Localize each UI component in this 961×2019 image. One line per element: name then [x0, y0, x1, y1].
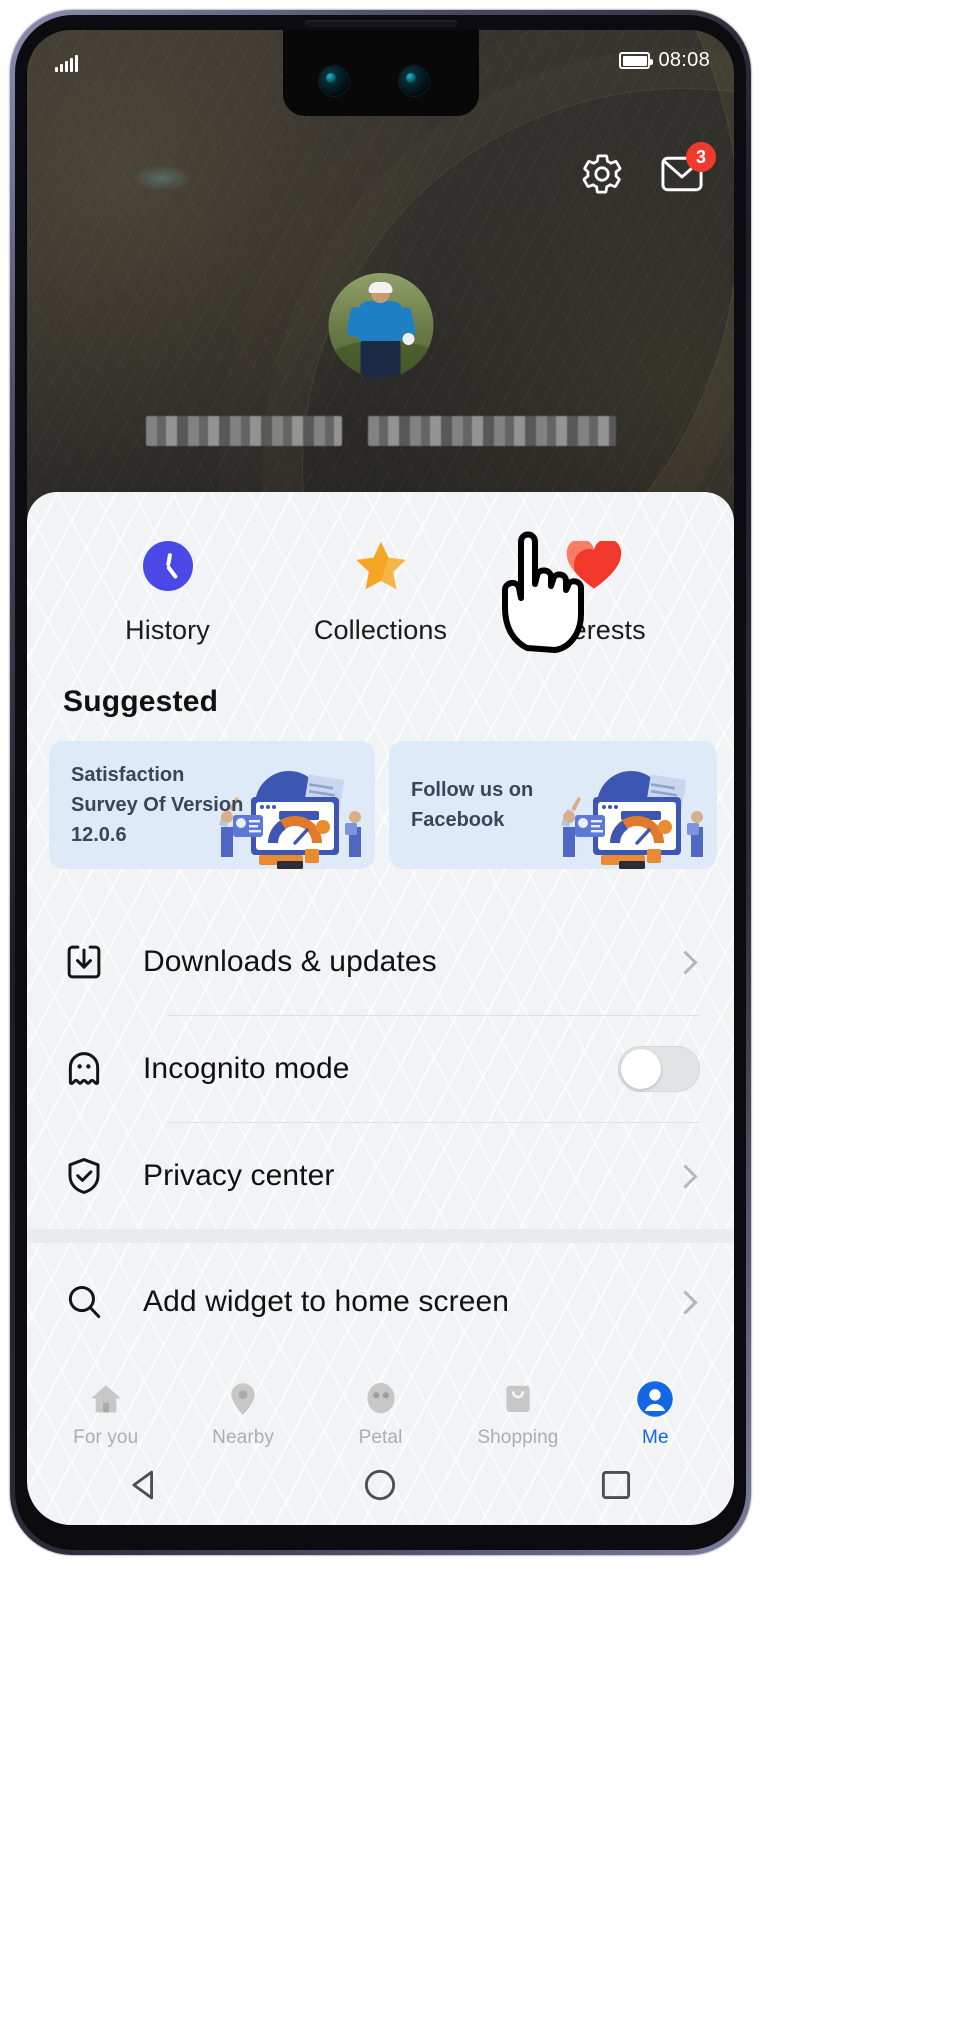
petal-face-icon: [362, 1380, 400, 1418]
menu-label-add-widget: Add widget to home screen: [143, 1285, 510, 1318]
nav-back-button[interactable]: [127, 1467, 163, 1508]
tab-label-me: Me: [642, 1427, 669, 1448]
avatar-figure-legs: [360, 339, 401, 378]
shortcut-label-interests: Interests: [541, 615, 646, 645]
tab-me[interactable]: Me: [587, 1380, 724, 1449]
search-icon: [63, 1281, 115, 1323]
bottom-tab-bar: For you Nearby Petal Shopping Me: [27, 1380, 734, 1449]
settings-button[interactable]: [580, 152, 624, 196]
username-mask-block-1: [145, 416, 342, 446]
chevron-right-icon-2: [673, 1163, 698, 1189]
phone-device-frame: 08:08 3 History Collections Interests Su…: [10, 10, 751, 1555]
tab-label-for-you: For you: [73, 1427, 139, 1448]
clock-icon: [140, 538, 196, 594]
menu-item-privacy-center[interactable]: Privacy center: [27, 1123, 734, 1229]
chevron-right-icon-3: [673, 1289, 698, 1315]
suggested-card-survey-text: Satisfaction Survey Of Version 12.0.6: [71, 764, 244, 846]
suggested-card-facebook[interactable]: Follow us on Facebook: [389, 741, 717, 869]
menu-label-downloads-updates: Downloads & updates: [143, 945, 437, 978]
menu-item-add-widget[interactable]: Add widget to home screen: [27, 1249, 734, 1355]
avatar-figure-glove: [402, 333, 414, 345]
gear-icon: [582, 154, 622, 194]
menu-label-privacy-center: Privacy center: [143, 1159, 335, 1192]
status-bar-right: 08:08: [619, 49, 710, 72]
tab-label-shopping: Shopping: [477, 1427, 559, 1448]
wallpaper-lens-flare: [132, 165, 192, 191]
menu-section-separator: [27, 1229, 734, 1243]
shield-check-icon: [63, 1155, 115, 1197]
tab-petal[interactable]: Petal: [312, 1380, 449, 1449]
tab-label-petal: Petal: [358, 1427, 403, 1448]
android-navigation-bar: [27, 1449, 734, 1525]
menu-label-incognito-mode: Incognito mode: [143, 1052, 350, 1085]
username-mask-block-2: [367, 416, 616, 446]
shortcut-label-collections: Collections: [313, 615, 448, 645]
settings-menu-list: Downloads & updates Incognito mode Priva…: [27, 869, 734, 1229]
suggested-card-survey[interactable]: Satisfaction Survey Of Version 12.0.6: [49, 741, 375, 869]
tab-shopping[interactable]: Shopping: [449, 1380, 586, 1449]
tab-nearby[interactable]: Nearby: [174, 1380, 311, 1449]
suggested-card-facebook-text: Follow us on Facebook: [411, 779, 534, 831]
suggested-cards: Satisfaction Survey Of Version 12.0.6 Fo…: [27, 719, 734, 869]
download-box-icon: [63, 941, 115, 983]
nav-recents-button[interactable]: [598, 1467, 634, 1508]
avatar-figure-cap: [368, 282, 393, 293]
shortcut-collections[interactable]: Collections: [274, 538, 487, 646]
suggested-section-title: Suggested: [63, 685, 219, 718]
tab-for-you[interactable]: For you: [37, 1380, 174, 1449]
shortcut-interests[interactable]: Interests: [487, 538, 700, 646]
header-actions: 3: [580, 142, 716, 196]
shopping-bag-icon: [499, 1380, 537, 1418]
signal-bars-icon: [55, 54, 78, 72]
messages-unread-badge: 3: [686, 142, 716, 172]
shortcut-history[interactable]: History: [61, 538, 274, 646]
person-icon: [636, 1380, 674, 1418]
triangle-back-icon: [132, 1470, 153, 1499]
messages-button[interactable]: 3: [660, 142, 716, 196]
chevron-right-icon: [673, 949, 698, 975]
tab-label-nearby: Nearby: [212, 1427, 275, 1448]
avatar-figure-body: [357, 301, 404, 341]
nav-home-button[interactable]: [362, 1467, 398, 1508]
battery-full-icon: [619, 52, 654, 69]
toggle-knob: [621, 1049, 661, 1089]
home-icon: [87, 1380, 125, 1418]
circle-home-icon: [365, 1469, 396, 1500]
shortcuts-row: History Collections Interests: [27, 492, 734, 646]
menu-item-incognito-mode[interactable]: Incognito mode: [27, 1016, 734, 1122]
shortcut-label-history: History: [125, 615, 210, 645]
avatar[interactable]: [328, 273, 433, 378]
earpiece-speaker: [304, 20, 457, 27]
heart-icon: [566, 538, 622, 594]
status-clock: 08:08: [658, 49, 710, 71]
square-recents-icon: [602, 1470, 631, 1499]
settings-menu-list-2: Add widget to home screen: [27, 1243, 734, 1355]
phone-screen: 08:08 3 History Collections Interests Su…: [27, 30, 734, 1525]
incognito-mode-toggle[interactable]: [618, 1046, 700, 1092]
star-icon: [353, 538, 409, 594]
menu-item-downloads-updates[interactable]: Downloads & updates: [27, 909, 734, 1015]
ghost-icon: [63, 1048, 115, 1090]
username-masked: [145, 412, 616, 450]
profile-content-sheet: History Collections Interests Suggested …: [27, 492, 734, 1525]
screenshot-root: 08:08 3 History Collections Interests Su…: [0, 0, 961, 2019]
location-pin-icon: [224, 1380, 262, 1418]
status-bar: 08:08: [27, 30, 734, 92]
